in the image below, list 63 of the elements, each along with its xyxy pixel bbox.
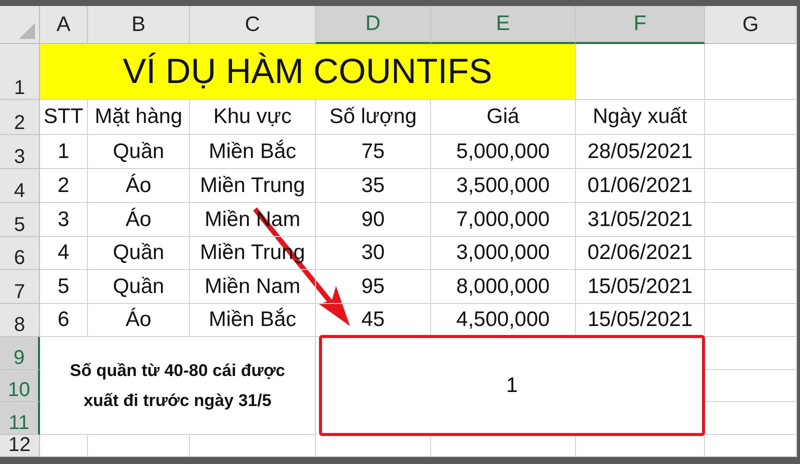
table-cell: 31/05/2021 xyxy=(587,208,693,232)
table-cell: 75 xyxy=(361,140,385,164)
table-cell: 2 xyxy=(58,174,70,198)
row-header[interactable]: 4 xyxy=(0,169,40,203)
table-cell: 5 xyxy=(58,274,70,298)
table-cell: Quần xyxy=(112,140,164,164)
column-header[interactable]: C xyxy=(190,6,316,44)
row-header[interactable]: 10 xyxy=(0,370,40,402)
table-cell: 1 xyxy=(58,140,70,164)
column-heading: STT xyxy=(44,105,84,129)
table-cell: 4 xyxy=(58,241,70,265)
row-header[interactable]: 11 xyxy=(0,402,40,435)
column-header[interactable]: F xyxy=(576,6,705,44)
table-cell: Áo xyxy=(126,308,152,332)
row-header[interactable]: 9 xyxy=(0,337,40,370)
criteria-note: Số quần từ 40-80 cái được xuất đi trước ngày 31/5 xyxy=(68,360,286,412)
row-header[interactable]: 6 xyxy=(0,237,40,270)
column-header[interactable]: A xyxy=(40,6,88,44)
table-cell: 28/05/2021 xyxy=(587,140,693,164)
table-cell: 3,000,000 xyxy=(456,241,550,265)
table-cell: 90 xyxy=(361,208,385,232)
table-cell: 95 xyxy=(361,274,385,298)
table-cell: Quần xyxy=(112,274,164,298)
select-all-icon[interactable] xyxy=(19,23,35,39)
column-heading: Khu vực xyxy=(213,105,292,129)
row-header[interactable]: 2 xyxy=(0,100,40,135)
table-cell: Miền Bắc xyxy=(208,308,296,332)
column-header[interactable]: G xyxy=(705,6,797,44)
table-cell: 3 xyxy=(58,208,70,232)
row-header[interactable]: 7 xyxy=(0,270,40,304)
column-heading: Giá xyxy=(486,105,520,129)
result-cell: 1 xyxy=(319,335,705,436)
column-heading: Ngày xuất xyxy=(592,105,688,129)
table-cell: Áo xyxy=(126,174,152,198)
row-header[interactable]: 8 xyxy=(0,304,40,337)
column-heading: Mặt hàng xyxy=(94,105,182,129)
row-header[interactable]: 12 xyxy=(0,435,40,457)
column-heading: Số lượng xyxy=(329,105,417,129)
table-cell: 4,500,000 xyxy=(456,308,550,332)
row-header[interactable]: 3 xyxy=(0,135,40,169)
column-header[interactable]: E xyxy=(431,6,576,44)
table-cell: 7,000,000 xyxy=(456,208,550,232)
table-cell: 30 xyxy=(361,241,385,265)
table-cell: 15/05/2021 xyxy=(587,274,693,298)
table-cell: 5,000,000 xyxy=(456,140,550,164)
table-cell: 45 xyxy=(361,308,385,332)
title-cell: VÍ DỤ HÀM COUNTIFS xyxy=(40,44,576,100)
table-cell: Miền Bắc xyxy=(208,140,296,164)
column-header[interactable]: B xyxy=(88,6,190,44)
table-cell: Miền Nam xyxy=(204,274,300,298)
table-cell: 8,000,000 xyxy=(456,274,550,298)
column-header[interactable]: D xyxy=(316,6,431,44)
table-cell: 35 xyxy=(361,174,385,198)
table-cell: 3,500,000 xyxy=(456,174,550,198)
row-header[interactable]: 1 xyxy=(0,44,40,100)
table-cell: 15/05/2021 xyxy=(587,308,693,332)
table-cell: 6 xyxy=(58,308,70,332)
table-cell: 02/06/2021 xyxy=(587,241,693,265)
table-cell: Áo xyxy=(126,208,152,232)
table-cell: Miền Trung xyxy=(200,174,306,198)
table-cell: 01/06/2021 xyxy=(587,174,693,198)
row-header[interactable]: 5 xyxy=(0,203,40,237)
table-cell: Quần xyxy=(112,241,164,265)
